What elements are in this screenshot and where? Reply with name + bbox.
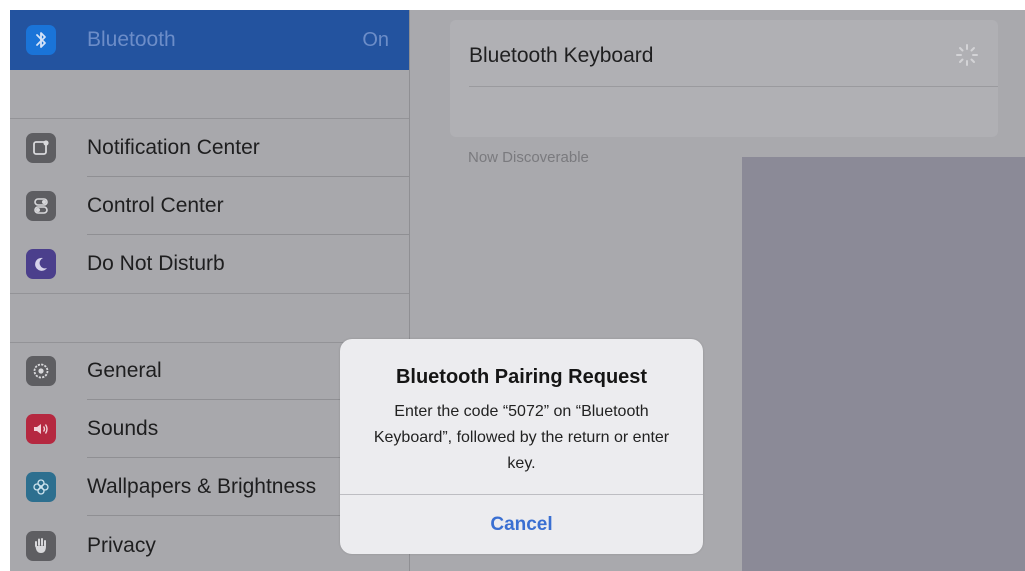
- sidebar-item-notification-center[interactable]: Notification Center: [10, 119, 409, 177]
- bluetooth-status-value: On: [362, 29, 389, 51]
- sidebar-item-label: Privacy: [87, 534, 156, 557]
- alert-message: Enter the code “5072” on “Bluetooth Keyb…: [373, 403, 670, 472]
- sidebar-item-label: Sounds: [87, 417, 159, 440]
- device-name[interactable]: Bluetooth Keyboard: [469, 44, 653, 68]
- pairing-request-alert: Bluetooth Pairing Request Enter the code…: [340, 339, 703, 554]
- sidebar-item-label: Bluetooth: [87, 28, 176, 51]
- sidebar-item-label: Do Not Disturb: [87, 252, 225, 275]
- flower-icon: [26, 472, 56, 502]
- speaker-icon: [26, 414, 56, 444]
- sidebar-item-do-not-disturb[interactable]: Do Not Disturb: [10, 235, 409, 293]
- discoverable-status: Now Discoverable: [468, 149, 589, 166]
- sidebar-item-label: Control Center: [87, 194, 224, 217]
- sidebar-item-label: Notification Center: [87, 136, 260, 159]
- sidebar-item-label: General: [87, 359, 162, 382]
- gear-icon: [26, 356, 56, 386]
- sidebar-item-bluetooth[interactable]: Bluetooth On: [10, 10, 409, 70]
- keyboard-overlay-region: [742, 157, 1025, 571]
- notification-center-icon: [26, 133, 56, 163]
- alert-title: Bluetooth Pairing Request: [395, 366, 648, 388]
- device-list-card: Bluetooth Keyboard: [450, 20, 998, 137]
- sidebar-item-label: Wallpapers & Brightness: [87, 475, 317, 498]
- group-divider: [10, 293, 409, 294]
- card-divider: [469, 86, 998, 87]
- bluetooth-icon: [26, 25, 56, 55]
- control-center-icon: [26, 191, 56, 221]
- hand-icon: [26, 531, 56, 561]
- sidebar-item-control-center[interactable]: Control Center: [10, 177, 409, 235]
- loading-spinner-icon: [954, 42, 980, 68]
- moon-icon: [26, 249, 56, 279]
- cancel-button[interactable]: Cancel: [340, 495, 703, 554]
